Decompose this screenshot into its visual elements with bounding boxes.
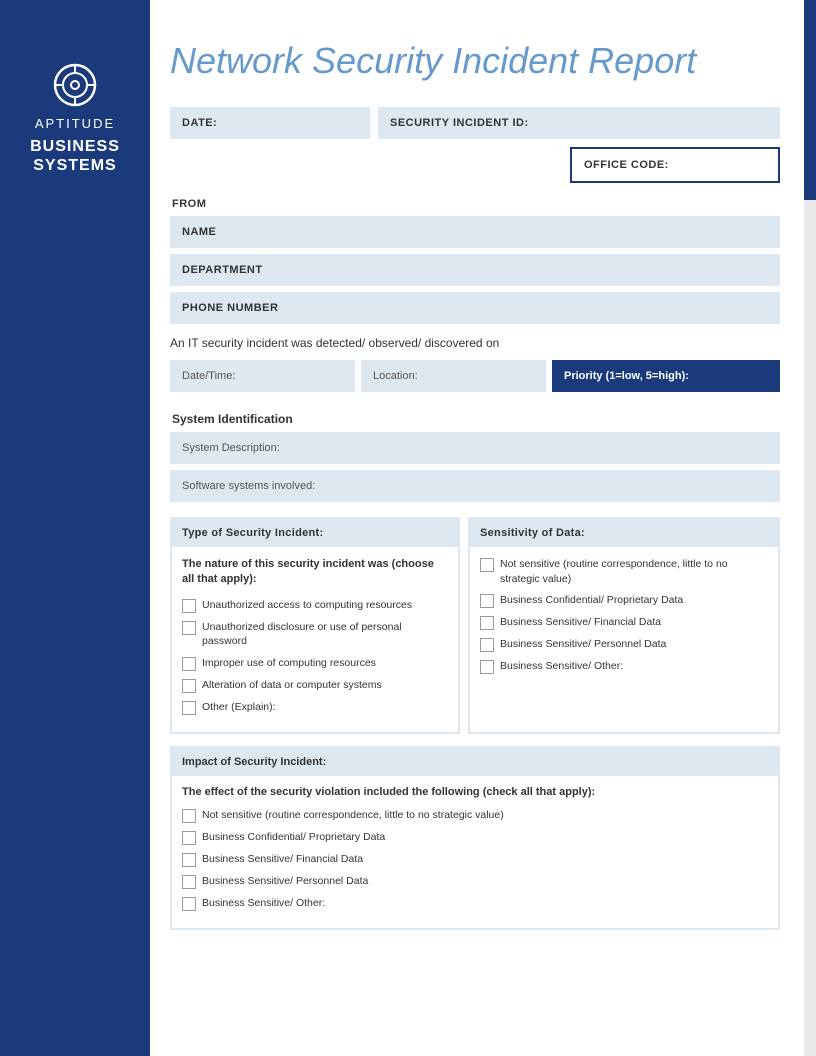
it-security-text: An IT security incident was detected/ ob… [170, 336, 786, 350]
impact-subtitle: The effect of the security violation inc… [182, 786, 768, 798]
checkbox-label-0: Unauthorized access to computing resourc… [202, 598, 412, 613]
date-security-row: DATE: SECURITY INCIDENT ID: [170, 107, 780, 139]
business-systems-label: BUSINESS SYSTEMS [30, 137, 120, 175]
office-code-row: OFFICE CODE: [170, 147, 780, 183]
system-identification-title: System Identification [170, 412, 786, 426]
checkbox-2[interactable] [182, 657, 196, 671]
main-content: Network Security Incident Report DATE: S… [150, 0, 816, 970]
system-description-field[interactable]: System Description: [170, 432, 780, 464]
sens-checkbox-3[interactable] [480, 638, 494, 652]
office-code-label: OFFICE CODE: [584, 159, 669, 171]
location-label: Location: [373, 370, 418, 382]
name-field[interactable]: NAME [170, 216, 780, 248]
impact-section: Impact of Security Incident: The effect … [170, 746, 780, 930]
datetime-label: Date/Time: [182, 370, 235, 382]
sens-checkbox-label-4: Business Sensitive/ Other: [500, 659, 623, 674]
priority-label: Priority (1=low, 5=high): [564, 370, 689, 382]
impact-checkbox-label-3: Business Sensitive/ Personnel Data [202, 874, 368, 889]
sens-checkbox-4[interactable] [480, 660, 494, 674]
sidebar: APTITUDE BUSINESS SYSTEMS [0, 0, 150, 1056]
impact-checkbox-label-4: Business Sensitive/ Other: [202, 896, 325, 911]
impact-header: Impact of Security Incident: [172, 748, 778, 776]
sens-checkbox-label-3: Business Sensitive/ Personnel Data [500, 637, 666, 652]
impact-checkbox-1[interactable] [182, 831, 196, 845]
phone-label: PHONE NUMBER [182, 302, 278, 314]
security-incident-id-field[interactable]: SECURITY INCIDENT ID: [378, 107, 780, 139]
sens-checkbox-label-2: Business Sensitive/ Financial Data [500, 615, 661, 630]
date-label: DATE: [182, 117, 217, 129]
impact-checkbox-2[interactable] [182, 853, 196, 867]
department-label: DEPARTMENT [182, 264, 263, 276]
sensitivity-header: Sensitivity of Data: [470, 519, 778, 547]
impact-checkbox-item-1: Business Confidential/ Proprietary Data [182, 830, 768, 845]
phone-field[interactable]: PHONE NUMBER [170, 292, 780, 324]
checkbox-3[interactable] [182, 679, 196, 693]
nature-subtitle: The nature of this security incident was… [182, 557, 448, 588]
report-title: Network Security Incident Report [170, 40, 786, 82]
impact-checkbox-label-0: Not sensitive (routine correspondence, l… [202, 808, 504, 823]
sens-checkbox-1[interactable] [480, 594, 494, 608]
security-incident-header: Type of Security Incident: [172, 519, 458, 547]
checkbox-4[interactable] [182, 701, 196, 715]
checkbox-item-2: Improper use of computing resources [182, 656, 448, 671]
impact-body: The effect of the security violation inc… [172, 776, 778, 928]
sens-checkbox-item-3: Business Sensitive/ Personnel Data [480, 637, 768, 652]
checkbox-item-0: Unauthorized access to computing resourc… [182, 598, 448, 613]
scrollbar[interactable] [804, 0, 816, 1056]
checkbox-item-3: Alteration of data or computer systems [182, 678, 448, 693]
checkbox-item-1: Unauthorized disclosure or use of person… [182, 620, 448, 649]
impact-checkbox-label-1: Business Confidential/ Proprietary Data [202, 830, 385, 845]
from-label: FROM [170, 198, 786, 210]
sens-checkbox-label-1: Business Confidential/ Proprietary Data [500, 593, 683, 608]
sens-checkbox-item-0: Not sensitive (routine correspondence, l… [480, 557, 768, 586]
system-description-label: System Description: [182, 442, 280, 454]
impact-checkbox-item-2: Business Sensitive/ Financial Data [182, 852, 768, 867]
software-systems-label: Software systems involved: [182, 480, 315, 492]
checkbox-1[interactable] [182, 621, 196, 635]
two-col-section: Type of Security Incident: The nature of… [170, 517, 780, 734]
impact-checkbox-3[interactable] [182, 875, 196, 889]
target-icon [50, 60, 100, 110]
impact-checkbox-label-2: Business Sensitive/ Financial Data [202, 852, 363, 867]
sensitivity-box: Sensitivity of Data: Not sensitive (rout… [468, 517, 780, 734]
priority-field[interactable]: Priority (1=low, 5=high): [552, 360, 780, 392]
impact-checkbox-item-4: Business Sensitive/ Other: [182, 896, 768, 911]
impact-checkbox-item-3: Business Sensitive/ Personnel Data [182, 874, 768, 889]
checkbox-label-4: Other (Explain): [202, 700, 276, 715]
date-field[interactable]: DATE: [170, 107, 370, 139]
checkbox-label-3: Alteration of data or computer systems [202, 678, 382, 693]
sens-checkbox-item-1: Business Confidential/ Proprietary Data [480, 593, 768, 608]
dlp-row: Date/Time: Location: Priority (1=low, 5=… [170, 360, 780, 392]
checkbox-label-1: Unauthorized disclosure or use of person… [202, 620, 448, 649]
department-field[interactable]: DEPARTMENT [170, 254, 780, 286]
aptitude-label: APTITUDE [35, 116, 115, 131]
location-field[interactable]: Location: [361, 360, 546, 392]
name-label: NAME [182, 226, 216, 238]
impact-checkbox-4[interactable] [182, 897, 196, 911]
impact-checkbox-item-0: Not sensitive (routine correspondence, l… [182, 808, 768, 823]
sens-checkbox-label-0: Not sensitive (routine correspondence, l… [500, 557, 768, 586]
security-incident-box: Type of Security Incident: The nature of… [170, 517, 460, 734]
office-code-field[interactable]: OFFICE CODE: [570, 147, 780, 183]
logo: APTITUDE BUSINESS SYSTEMS [30, 60, 120, 175]
sens-checkbox-item-4: Business Sensitive/ Other: [480, 659, 768, 674]
checkbox-label-2: Improper use of computing resources [202, 656, 376, 671]
security-incident-id-label: SECURITY INCIDENT ID: [390, 117, 529, 129]
security-incident-body: The nature of this security incident was… [172, 547, 458, 732]
checkbox-item-4: Other (Explain): [182, 700, 448, 715]
sens-checkbox-0[interactable] [480, 558, 494, 572]
software-systems-field[interactable]: Software systems involved: [170, 470, 780, 502]
sensitivity-body: Not sensitive (routine correspondence, l… [470, 547, 778, 691]
sens-checkbox-item-2: Business Sensitive/ Financial Data [480, 615, 768, 630]
scrollbar-thumb[interactable] [804, 0, 816, 200]
checkbox-0[interactable] [182, 599, 196, 613]
impact-checkbox-0[interactable] [182, 809, 196, 823]
sens-checkbox-2[interactable] [480, 616, 494, 630]
datetime-field[interactable]: Date/Time: [170, 360, 355, 392]
